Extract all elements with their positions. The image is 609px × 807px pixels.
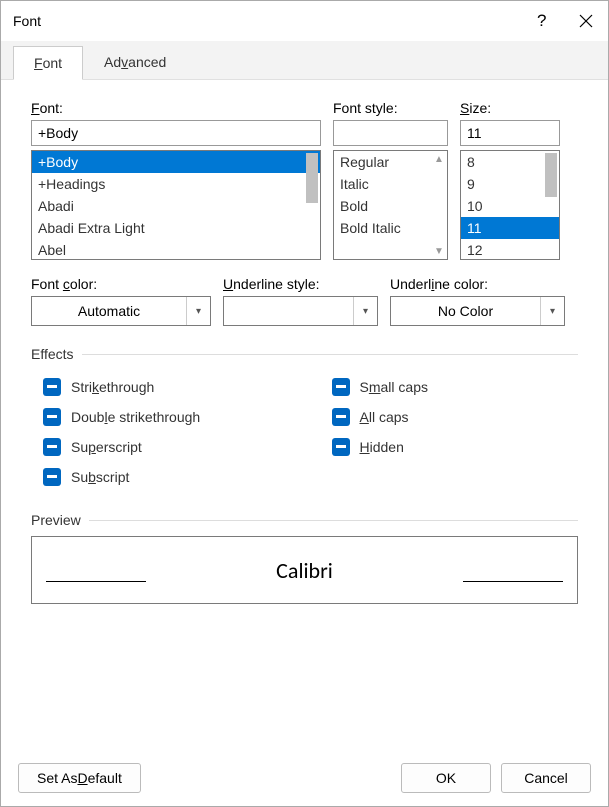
hidden-label: Hidden: [360, 439, 404, 455]
strikethrough-label: Strikethrough: [71, 379, 154, 395]
all-caps-checkbox[interactable]: [332, 408, 350, 426]
scrollbar[interactable]: [304, 151, 320, 259]
scrollbar[interactable]: ▲ ▼: [431, 151, 447, 259]
preview-text: Calibri: [276, 557, 333, 584]
scroll-up-icon[interactable]: ▲: [431, 151, 447, 167]
underline-style-value: [224, 297, 353, 325]
font-style-input[interactable]: [333, 120, 448, 146]
font-listbox[interactable]: +Body +Headings Abadi Abadi Extra Light …: [31, 150, 321, 260]
chevron-down-icon: ▾: [353, 297, 377, 325]
dialog-footer: Set As Default OK Cancel: [0, 749, 609, 807]
scrollbar[interactable]: [543, 151, 559, 259]
font-color-label: Font color:: [31, 276, 211, 292]
svg-text:?: ?: [537, 12, 546, 30]
tabbar: Font Advanced: [1, 41, 608, 80]
list-item[interactable]: Abel: [32, 239, 320, 260]
superscript-checkbox[interactable]: [43, 438, 61, 456]
ok-button[interactable]: OK: [401, 763, 491, 793]
preview-box: Calibri: [31, 536, 578, 604]
all-caps-label: All caps: [360, 409, 409, 425]
double-strikethrough-checkbox[interactable]: [43, 408, 61, 426]
size-input[interactable]: [460, 120, 560, 146]
superscript-label: Superscript: [71, 439, 142, 455]
effects-heading: Effects: [31, 346, 578, 362]
tab-advanced[interactable]: Advanced: [83, 45, 187, 79]
font-color-value: Automatic: [32, 297, 186, 325]
small-caps-label: Small caps: [360, 379, 428, 395]
double-strikethrough-label: Double strikethrough: [71, 409, 200, 425]
scroll-down-icon[interactable]: ▼: [431, 243, 447, 259]
tab-advanced-label: anced: [128, 54, 166, 70]
chevron-down-icon: ▾: [540, 297, 564, 325]
subscript-label: Subscript: [71, 469, 129, 485]
close-button[interactable]: [563, 1, 608, 41]
list-item[interactable]: Abadi Extra Light: [32, 217, 320, 239]
dialog-title: Font: [13, 13, 518, 29]
size-listbox[interactable]: 8 9 10 11 12: [460, 150, 560, 260]
chevron-down-icon: ▾: [186, 297, 210, 325]
size-label: Size:: [460, 100, 560, 116]
underline-style-dropdown[interactable]: ▾: [223, 296, 378, 326]
list-item[interactable]: +Body: [32, 151, 320, 173]
hidden-checkbox[interactable]: [332, 438, 350, 456]
list-item[interactable]: Abadi: [32, 195, 320, 217]
help-button[interactable]: ?: [518, 1, 563, 41]
font-style-listbox[interactable]: Regular Italic Bold Bold Italic ▲ ▼: [333, 150, 448, 260]
tab-font-label: ont: [43, 55, 62, 71]
tab-font[interactable]: Font: [13, 46, 83, 80]
set-default-button[interactable]: Set As Default: [18, 763, 141, 793]
cancel-button[interactable]: Cancel: [501, 763, 591, 793]
titlebar: Font ?: [1, 1, 608, 41]
subscript-checkbox[interactable]: [43, 468, 61, 486]
underline-color-label: Underline color:: [390, 276, 565, 292]
underline-color-value: No Color: [391, 297, 540, 325]
underline-color-dropdown[interactable]: No Color ▾: [390, 296, 565, 326]
font-input[interactable]: [31, 120, 321, 146]
list-item[interactable]: +Headings: [32, 173, 320, 195]
font-color-dropdown[interactable]: Automatic ▾: [31, 296, 211, 326]
small-caps-checkbox[interactable]: [332, 378, 350, 396]
underline-style-label: Underline style:: [223, 276, 378, 292]
strikethrough-checkbox[interactable]: [43, 378, 61, 396]
font-style-label: Font style:: [333, 100, 448, 116]
font-label: Font:: [31, 100, 321, 116]
preview-heading: Preview: [31, 512, 578, 528]
